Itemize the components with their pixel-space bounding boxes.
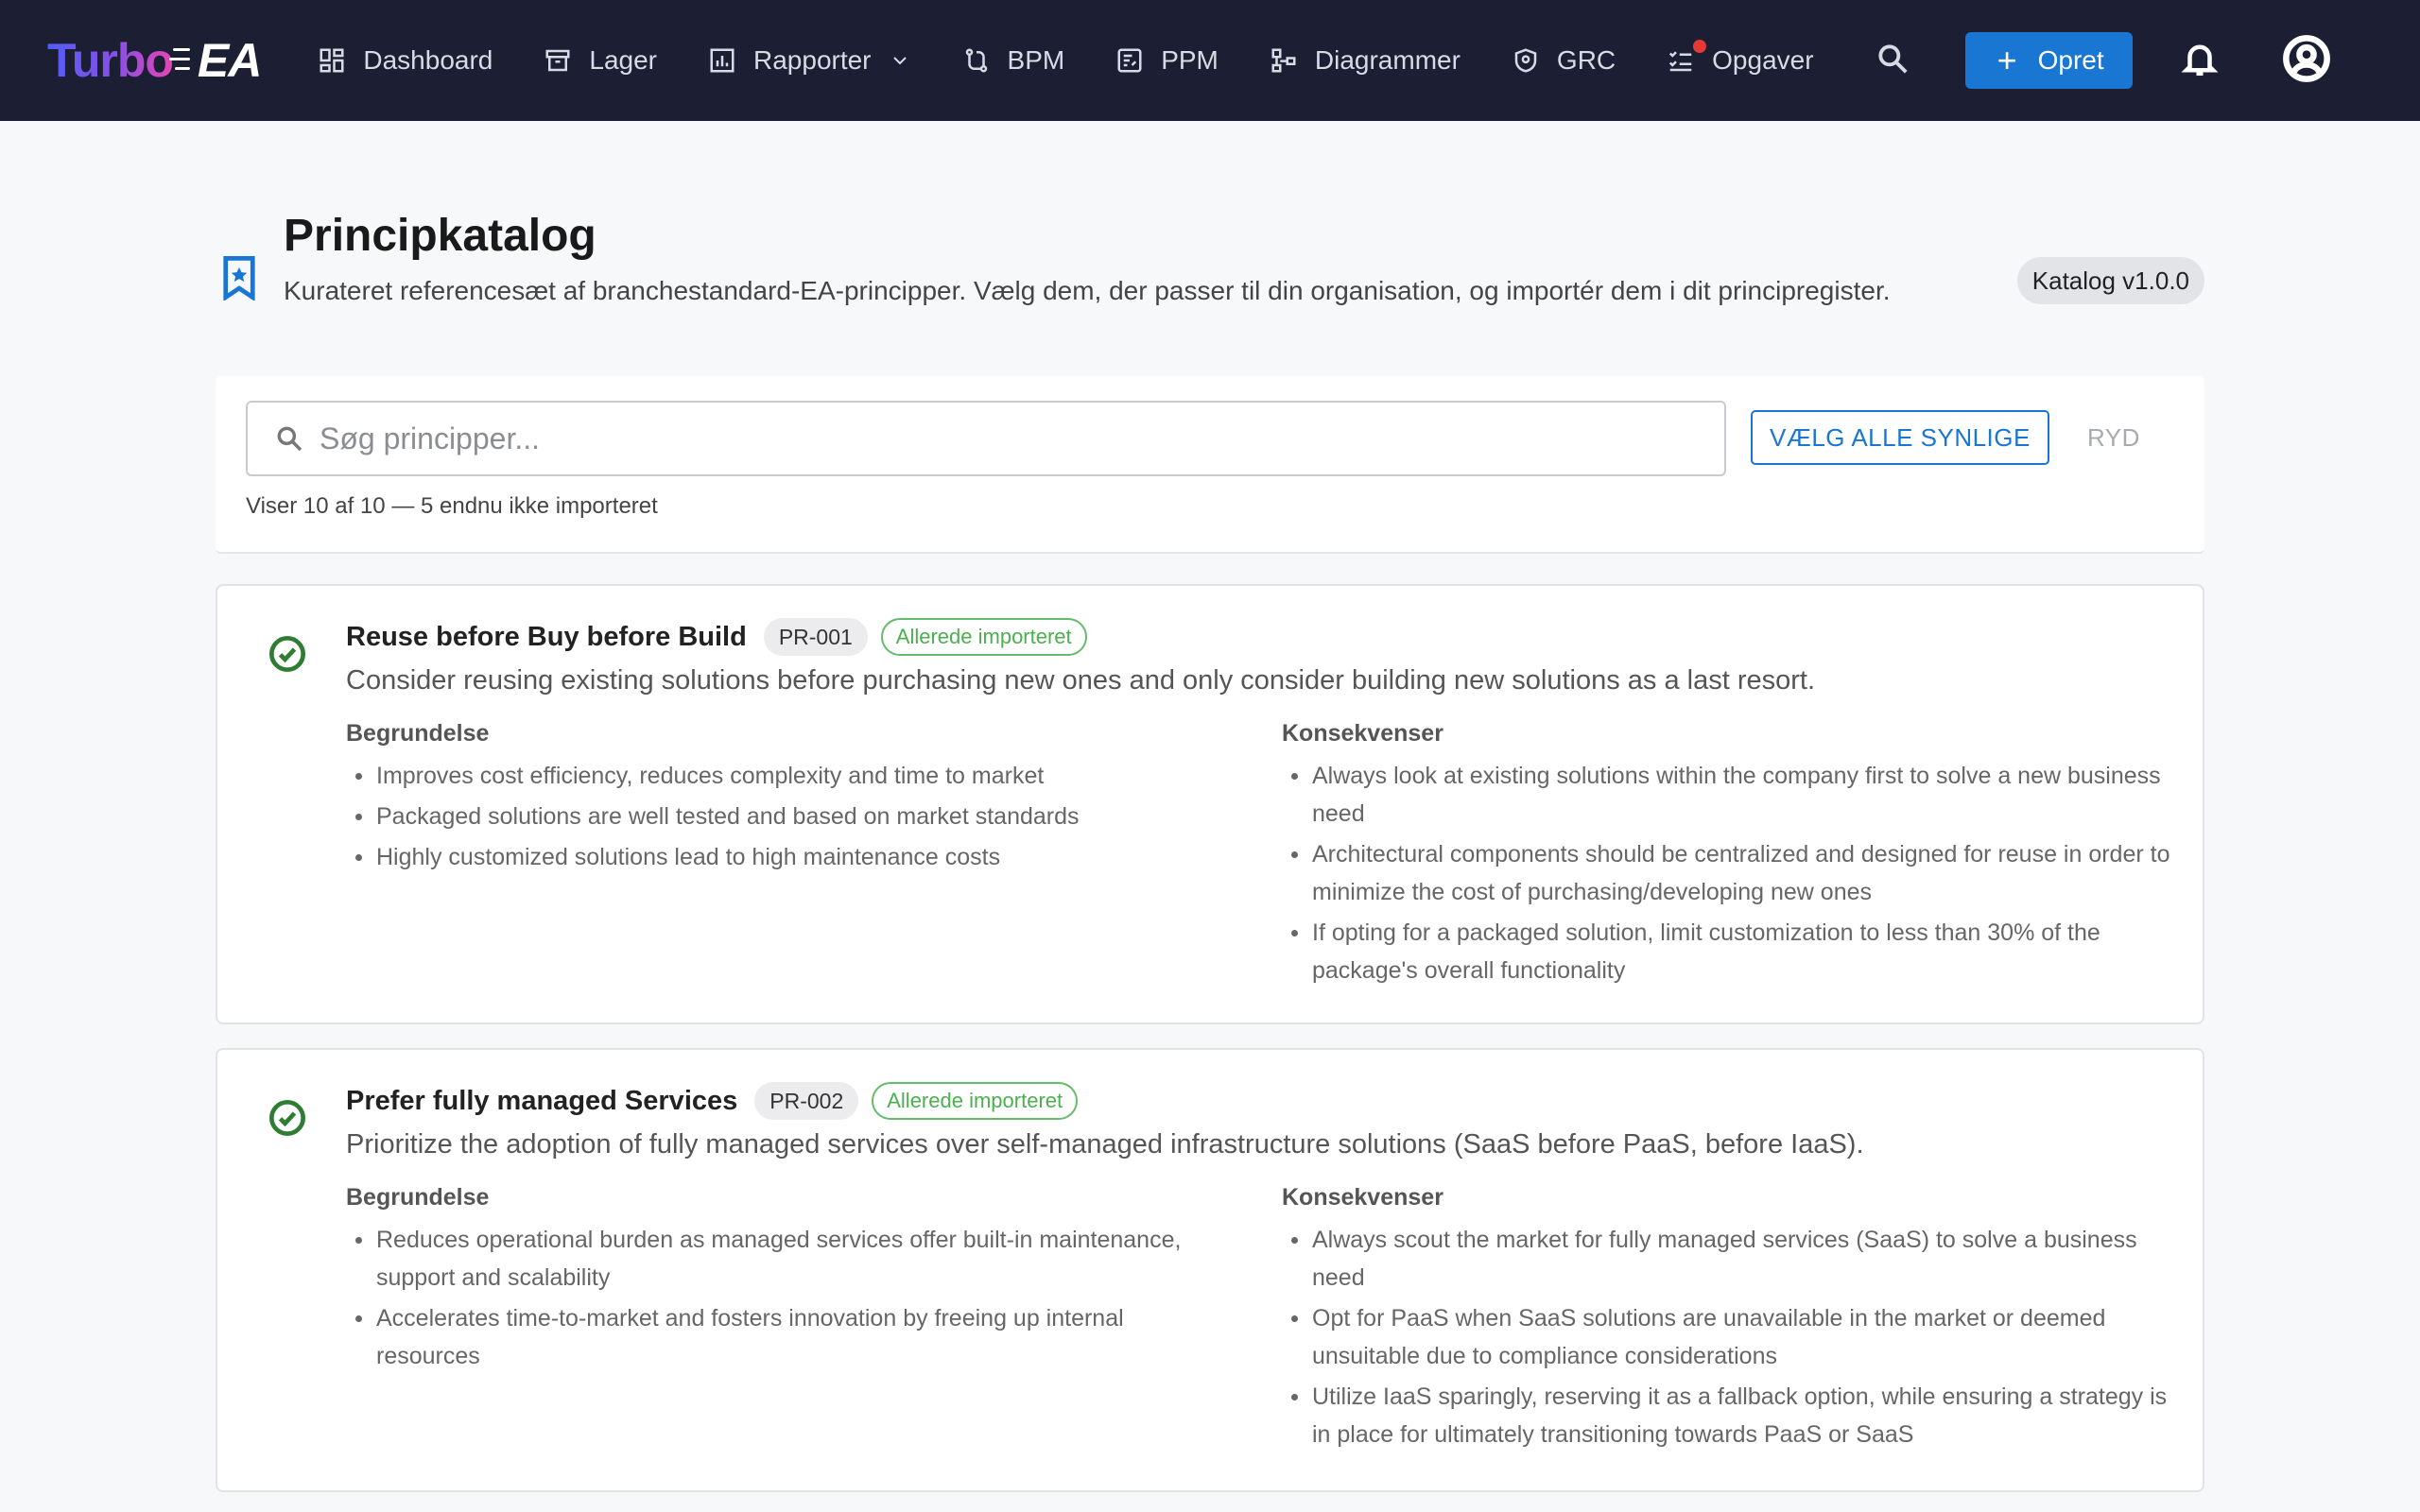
check-circle-icon <box>269 636 305 672</box>
bpm-icon <box>965 48 987 73</box>
implications-heading: Konsekvenser <box>1282 720 1443 747</box>
check-circle-icon <box>269 1100 305 1136</box>
nav-label-lager: Lager <box>589 45 657 75</box>
account-circle-icon <box>2282 34 2330 82</box>
top-navigation-bar: Turbo EA Dashboard Lager Rapporter BPM P… <box>0 0 2420 121</box>
implication-item: Always look at existing solutions within… <box>1282 757 2170 833</box>
filter-toolbar: VÆLG ALLE SYNLIGE RYD Viser 10 af 10 — 5… <box>216 376 2204 554</box>
rationale-item: Packaged solutions are well tested and b… <box>346 798 1225 835</box>
implication-item: Utilize IaaS sparingly, reserving it as … <box>1282 1378 2170 1453</box>
create-button-label: Opret <box>2037 45 2104 75</box>
implication-item: Always scout the market for fully manage… <box>1282 1221 2170 1297</box>
principle-code-badge: PR-002 <box>754 1082 859 1120</box>
implications-section: Konsekvenser Always scout the market for… <box>1282 1184 2170 1456</box>
nav-item-rapporter[interactable]: Rapporter <box>708 45 911 76</box>
implications-section: Konsekvenser Always look at existing sol… <box>1282 720 2170 992</box>
rationale-section: Begrundelse Reduces operational burden a… <box>346 1184 1225 1378</box>
nav-label-dashboard: Dashboard <box>363 45 493 75</box>
nav-label-diagrammer: Diagrammer <box>1314 45 1461 75</box>
nav-item-dashboard[interactable]: Dashboard <box>318 45 493 76</box>
report-icon <box>710 48 735 73</box>
imported-status-badge: Allerede importeret <box>872 1082 1079 1120</box>
result-count: Viser 10 af 10 — 5 endnu ikke importeret <box>246 493 658 519</box>
nav-item-lager[interactable]: Lager <box>544 45 657 76</box>
plus-icon: + <box>1996 41 2017 79</box>
tasks-icon <box>1669 51 1692 72</box>
bell-icon <box>2181 44 2219 76</box>
bookmark-star-icon <box>223 256 255 302</box>
nav-label-ppm: PPM <box>1161 45 1219 75</box>
shield-icon <box>1514 48 1537 73</box>
imported-status-badge: Allerede importeret <box>880 618 1087 656</box>
principle-card[interactable]: Reuse before Buy before Build PR-001 All… <box>216 584 2204 1024</box>
search-icon <box>277 426 302 452</box>
search-icon <box>1877 43 1908 74</box>
implication-item: Opt for PaaS when SaaS solutions are una… <box>1282 1299 2170 1375</box>
principle-title: Reuse before Buy before Build <box>346 621 747 652</box>
nav-item-opgaver[interactable]: Opgaver <box>1667 40 1814 76</box>
archive-icon <box>545 49 570 72</box>
principle-code-badge: PR-001 <box>763 618 868 656</box>
principle-search-field[interactable] <box>246 401 1726 476</box>
notifications-button[interactable] <box>2180 39 2220 83</box>
implications-heading: Konsekvenser <box>1282 1184 1443 1211</box>
rationale-item: Reduces operational burden as managed se… <box>346 1221 1225 1297</box>
ppm-icon <box>1117 48 1142 73</box>
rationale-item: Accelerates time-to-market and fosters i… <box>346 1299 1225 1375</box>
clear-button[interactable]: RYD <box>2087 410 2140 465</box>
principle-search-input[interactable] <box>320 421 1643 456</box>
chevron-down-icon <box>892 57 907 65</box>
nav-label-bpm: BPM <box>1007 45 1065 75</box>
page-title: Principkatalog <box>284 211 596 261</box>
global-search-button[interactable] <box>1875 41 1910 81</box>
nav-label-grc: GRC <box>1556 45 1616 75</box>
nav-item-ppm[interactable]: PPM <box>1115 45 1219 76</box>
principle-description: Consider reusing existing solutions befo… <box>346 665 1816 696</box>
account-button[interactable] <box>2282 34 2331 88</box>
nav-item-diagrammer[interactable]: Diagrammer <box>1270 45 1461 76</box>
notification-dot <box>1693 40 1707 53</box>
principle-title: Prefer fully managed Services <box>346 1085 738 1116</box>
implication-item: Architectural components should be centr… <box>1282 835 2170 911</box>
page-subtitle: Kurateret referencesæt af branchestandar… <box>284 276 1891 305</box>
rationale-heading: Begrundelse <box>346 1184 490 1211</box>
rationale-item: Highly customized solutions lead to high… <box>346 838 1225 876</box>
nav-label-opgaver: Opgaver <box>1712 45 1814 75</box>
principle-description: Prioritize the adoption of fully managed… <box>346 1129 1864 1160</box>
main-content: Principkatalog Kurateret referencesæt af… <box>216 121 2204 1492</box>
rationale-item: Improves cost efficiency, reduces comple… <box>346 757 1225 795</box>
dashboard-icon <box>320 48 344 73</box>
implication-item: If opting for a packaged solution, limit… <box>1282 914 2170 989</box>
logo-ea-text: EA <box>197 34 262 87</box>
nav-item-bpm[interactable]: BPM <box>962 45 1065 76</box>
catalog-version-badge: Katalog v1.0.0 <box>2016 257 2204 304</box>
app-logo[interactable]: Turbo EA <box>47 33 262 88</box>
rationale-heading: Begrundelse <box>346 720 490 747</box>
select-all-visible-button[interactable]: VÆLG ALLE SYNLIGE <box>1751 410 2049 465</box>
principle-card[interactable]: Prefer fully managed Services PR-002 All… <box>216 1048 2204 1492</box>
page-header: Principkatalog Kurateret referencesæt af… <box>216 121 2204 376</box>
nav-item-grc[interactable]: GRC <box>1512 45 1616 76</box>
create-button[interactable]: + Opret <box>1964 32 2133 89</box>
main-nav: Dashboard Lager Rapporter BPM PPM Diagra… <box>318 40 1864 76</box>
rationale-section: Begrundelse Improves cost efficiency, re… <box>346 720 1225 879</box>
diagram-icon <box>1271 48 1296 73</box>
nav-label-rapporter: Rapporter <box>753 45 872 75</box>
